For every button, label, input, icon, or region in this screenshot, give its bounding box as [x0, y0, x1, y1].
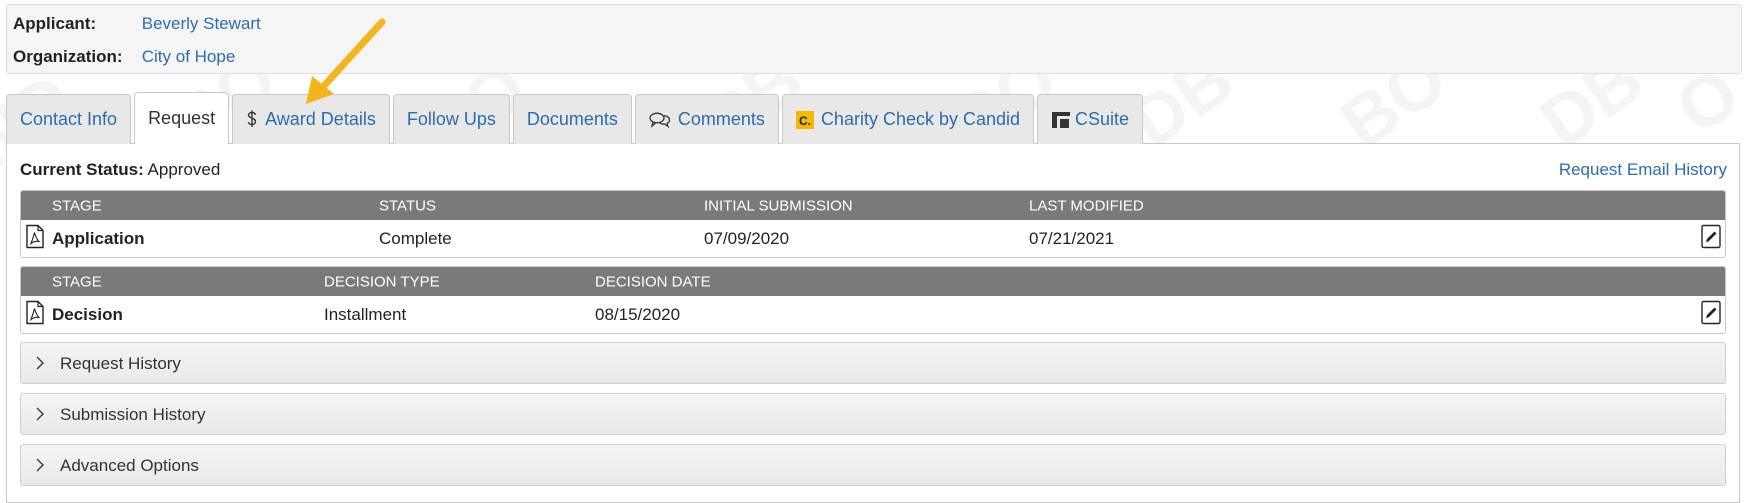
decision-stage-table: STAGE DECISION TYPE DECISION DATE Decisi… [20, 266, 1726, 334]
accordion-label: Submission History [60, 405, 206, 424]
column-header: INITIAL SUBMISSION [704, 197, 853, 214]
tab-label: Contact Info [20, 109, 118, 129]
tab-label: Award Details [265, 109, 376, 129]
table-row: Application Complete 07/09/2020 07/21/20… [21, 220, 1725, 257]
stage-name: Decision [52, 304, 123, 324]
advanced-options-accordion[interactable]: Advanced Options [20, 444, 1726, 486]
tab-contact-info[interactable]: Contact Info [6, 94, 132, 144]
column-header: STAGE [52, 273, 102, 290]
dollar-icon [246, 110, 258, 130]
organization-row: Organization: City of Hope [13, 47, 235, 67]
candid-logo-icon: C. [795, 110, 814, 129]
comments-icon [649, 112, 671, 128]
stage-status: Complete [379, 228, 452, 248]
applicant-panel: Applicant: Beverly Stewart Organization:… [6, 4, 1742, 74]
tab-bar: Contact Info Request Award Details Follo… [6, 92, 1146, 144]
request-panel: Current Status: Approved Request Email H… [6, 143, 1740, 503]
accordion-label: Request History [60, 354, 181, 373]
decision-type: Installment [324, 304, 407, 324]
chevron-right-icon [35, 406, 45, 427]
tab-label: Request [148, 108, 216, 128]
chevron-right-icon [35, 355, 45, 376]
current-status-label: Current Status: [20, 160, 144, 179]
column-header: DECISION DATE [595, 273, 711, 290]
tab-comments[interactable]: Comments [634, 94, 779, 144]
applicant-label: Applicant: [13, 14, 97, 33]
tab-label: Documents [526, 109, 618, 129]
column-header: DECISION TYPE [324, 273, 440, 290]
pdf-icon[interactable] [26, 300, 44, 329]
svg-text:C.: C. [799, 114, 811, 128]
applicant-name-link[interactable]: Beverly Stewart [142, 14, 261, 33]
accordion-label: Advanced Options [60, 456, 199, 475]
table-header: STAGE DECISION TYPE DECISION DATE [21, 267, 1725, 296]
tab-label: Comments [677, 109, 765, 129]
organization-name-link[interactable]: City of Hope [142, 47, 236, 66]
chevron-right-icon [35, 457, 45, 478]
table-header: STAGE STATUS INITIAL SUBMISSION LAST MOD… [21, 191, 1725, 220]
csuite-logo-icon [1051, 111, 1071, 129]
organization-label: Organization: [13, 47, 123, 66]
applicant-row: Applicant: Beverly Stewart [13, 14, 261, 34]
submission-history-accordion[interactable]: Submission History [20, 393, 1726, 435]
initial-submission-date: 07/09/2020 [704, 228, 790, 248]
pdf-icon[interactable] [26, 224, 44, 253]
application-stage-table: STAGE STATUS INITIAL SUBMISSION LAST MOD… [20, 190, 1726, 258]
tab-label: Charity Check by Candid [820, 109, 1021, 129]
request-email-history-link[interactable]: Request Email History [1559, 160, 1727, 180]
tab-documents[interactable]: Documents [512, 94, 632, 144]
table-row: Decision Installment 08/15/2020 [21, 296, 1725, 333]
last-modified-date: 07/21/2021 [1029, 228, 1115, 248]
column-header: STAGE [52, 197, 102, 214]
current-status-value: Approved [147, 160, 221, 179]
tab-charity-check[interactable]: C. Charity Check by Candid [781, 94, 1035, 144]
tab-label: CSuite [1075, 109, 1130, 129]
column-header: LAST MODIFIED [1029, 197, 1144, 214]
tab-label: Follow Ups [406, 109, 496, 129]
current-status: Current Status: Approved [20, 160, 220, 180]
decision-date: 08/15/2020 [595, 304, 681, 324]
tab-csuite[interactable]: CSuite [1037, 94, 1144, 144]
tab-follow-ups[interactable]: Follow Ups [392, 94, 510, 144]
request-history-accordion[interactable]: Request History [20, 342, 1726, 384]
edit-icon[interactable] [1701, 224, 1721, 253]
column-header: STATUS [379, 197, 436, 214]
stage-name: Application [52, 228, 145, 248]
edit-icon[interactable] [1701, 300, 1721, 329]
tab-request[interactable]: Request [134, 92, 230, 144]
annotation-arrow-icon [306, 18, 386, 104]
